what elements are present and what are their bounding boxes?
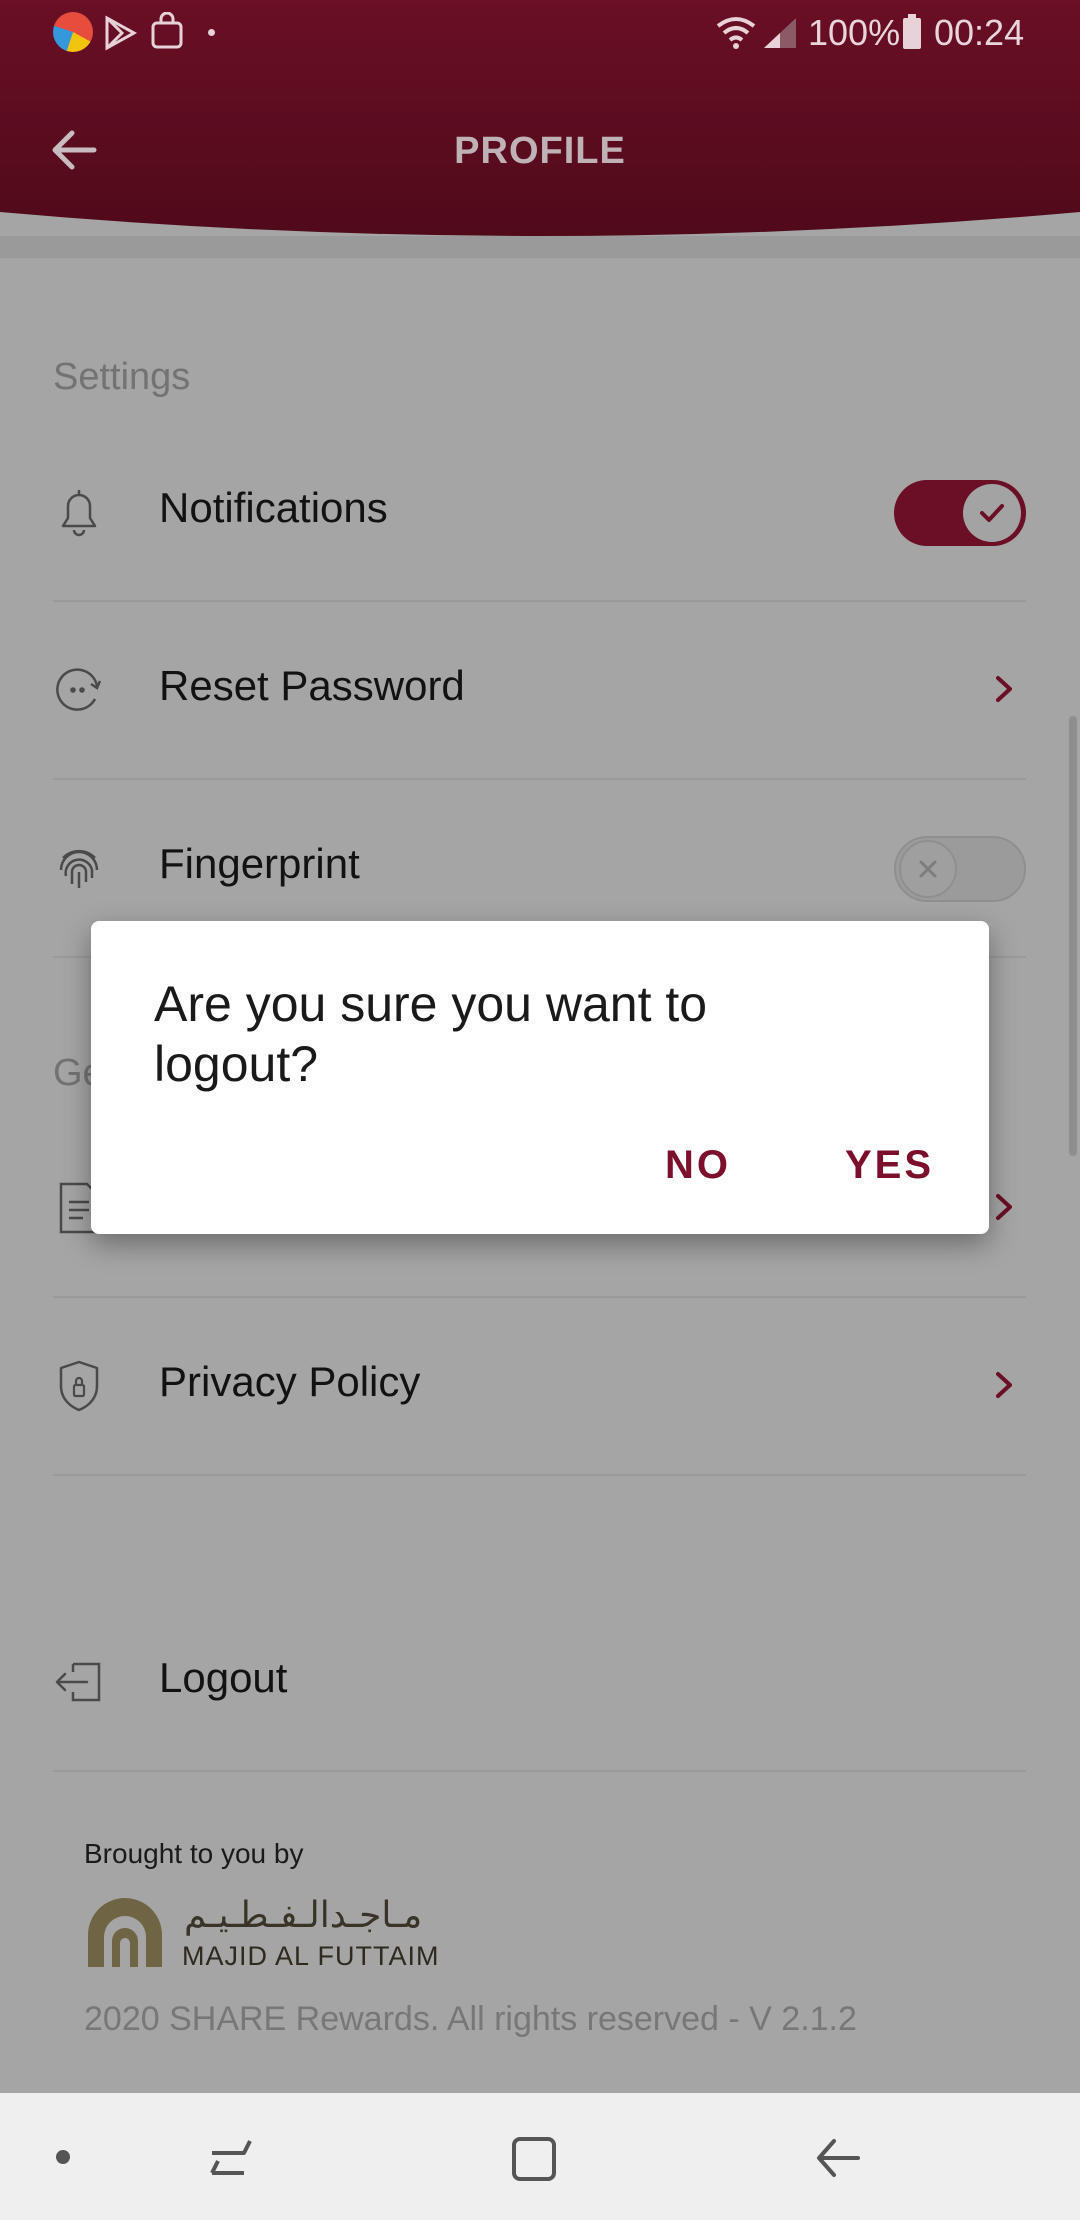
toggle-knob [899, 840, 957, 898]
clock: 00:24 [934, 12, 1025, 53]
shopping-bag-icon [151, 12, 183, 49]
page-title: PROFILE [454, 130, 626, 172]
brand-english: MAJID AL FUTTAIM [182, 1941, 440, 1971]
dialog-no-button[interactable]: NO [665, 1143, 731, 1188]
copyright-text: 2020 SHARE Rewards. All rights reserved … [84, 2000, 857, 2038]
chevron-right-icon [996, 1372, 1012, 1398]
header-divider [0, 236, 1080, 258]
home-icon[interactable] [510, 2133, 558, 2183]
logout-label: Logout [159, 1654, 288, 1701]
close-icon [919, 860, 937, 878]
reset-password-label: Reset Password [159, 662, 465, 709]
privacy-policy-row[interactable]: Privacy Policy [53, 1296, 1026, 1476]
recent-apps-icon[interactable] [206, 2133, 256, 2181]
notifications-toggle[interactable] [894, 480, 1026, 546]
password-reset-icon [56, 668, 102, 711]
majid-al-futtaim-emblem-icon [88, 1898, 162, 1967]
notifications-row: Notifications [53, 422, 1026, 602]
brought-to-you-by: Brought to you by [84, 1838, 304, 1869]
toggle-knob [963, 484, 1021, 542]
signal-icon [764, 18, 796, 48]
chevron-right-icon [996, 676, 1012, 702]
chevron-right-icon [996, 1194, 1012, 1220]
dialog-yes-button[interactable]: YES [845, 1143, 934, 1188]
checkmark-icon [980, 504, 1004, 522]
brand-arabic: مـاجـدالـفـطـيـم [184, 1895, 423, 1936]
scrollbar-thumb[interactable] [1069, 716, 1077, 1156]
majid-al-futtaim-logo: مـاجـدالـفـطـيـم MAJID AL FUTTAIM [84, 1895, 464, 1975]
dialog-message: Are you sure you want to logout? [154, 976, 708, 1092]
battery-icon [903, 14, 921, 49]
system-nav-bar [0, 2093, 1080, 2220]
browser-icon [53, 12, 93, 52]
logout-row[interactable]: Logout [53, 1592, 1026, 1772]
bell-icon [61, 490, 97, 537]
fingerprint-label: Fingerprint [159, 840, 360, 887]
logout-icon [55, 1662, 101, 1702]
notifications-label: Notifications [159, 484, 388, 531]
privacy-policy-label: Privacy Policy [159, 1358, 421, 1405]
logout-confirm-dialog: Are you sure you want to logout? NO YES [91, 921, 989, 1234]
play-store-icon [105, 15, 138, 51]
back-icon[interactable] [814, 2135, 862, 2181]
wifi-icon [716, 17, 756, 49]
shield-icon [59, 1360, 99, 1412]
dot-icon [208, 29, 215, 36]
fingerprint-toggle[interactable] [894, 836, 1026, 902]
dot-icon[interactable] [56, 2150, 70, 2164]
fingerprint-icon [59, 849, 99, 888]
reset-password-row[interactable]: Reset Password [53, 600, 1026, 780]
battery-percentage: 100% [808, 12, 901, 53]
settings-section-title: Settings [53, 356, 191, 398]
status-bar: 100% 00:24 [0, 0, 1080, 66]
